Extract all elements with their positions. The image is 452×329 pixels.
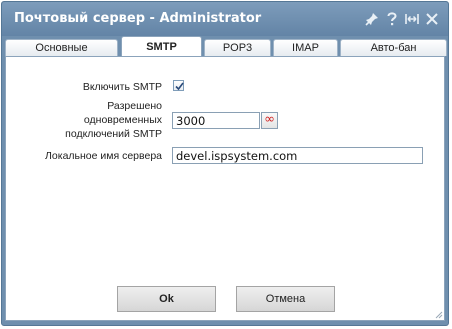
title-bar-icons: [364, 10, 440, 28]
maximize-icon[interactable]: [404, 10, 420, 28]
tab-autoban[interactable]: Авто-бан: [340, 39, 447, 56]
enable-smtp-checkbox[interactable]: [173, 80, 184, 91]
window-title: Почтовый сервер - Administrator: [14, 11, 262, 26]
help-icon[interactable]: [384, 10, 400, 28]
checkmark-icon: [175, 82, 184, 91]
tab-general[interactable]: Основные: [5, 39, 118, 56]
server-name-input[interactable]: [172, 147, 423, 164]
max-connections-input[interactable]: [172, 112, 260, 129]
infinity-button[interactable]: ∞: [261, 112, 278, 129]
max-connections-label-line1: Разрешено: [107, 100, 162, 112]
ok-button[interactable]: Ok: [117, 286, 216, 312]
title-bar[interactable]: Почтовый сервер - Administrator: [2, 2, 448, 36]
tab-bar: Основные SMTP POP3 IMAP Авто-бан: [5, 36, 447, 56]
pin-icon[interactable]: [364, 10, 380, 28]
smtp-settings-panel: Включить SMTP Разрешено одновременных по…: [5, 56, 445, 321]
tab-pop3[interactable]: POP3: [204, 39, 271, 56]
max-connections-label-line2: одновременных: [83, 114, 162, 126]
cancel-button[interactable]: Отмена: [236, 286, 335, 312]
tab-imap[interactable]: IMAP: [273, 39, 338, 56]
max-connections-label-line3: подключений SMTP: [65, 128, 162, 140]
tab-smtp[interactable]: SMTP: [121, 36, 202, 56]
server-name-label: Локальное имя сервера: [45, 150, 162, 162]
close-icon[interactable]: [424, 10, 440, 28]
resize-grip-icon[interactable]: [433, 309, 443, 319]
enable-smtp-label: Включить SMTP: [82, 81, 162, 93]
dialog-window: Почтовый сервер - Administrator Основные…: [1, 1, 449, 326]
